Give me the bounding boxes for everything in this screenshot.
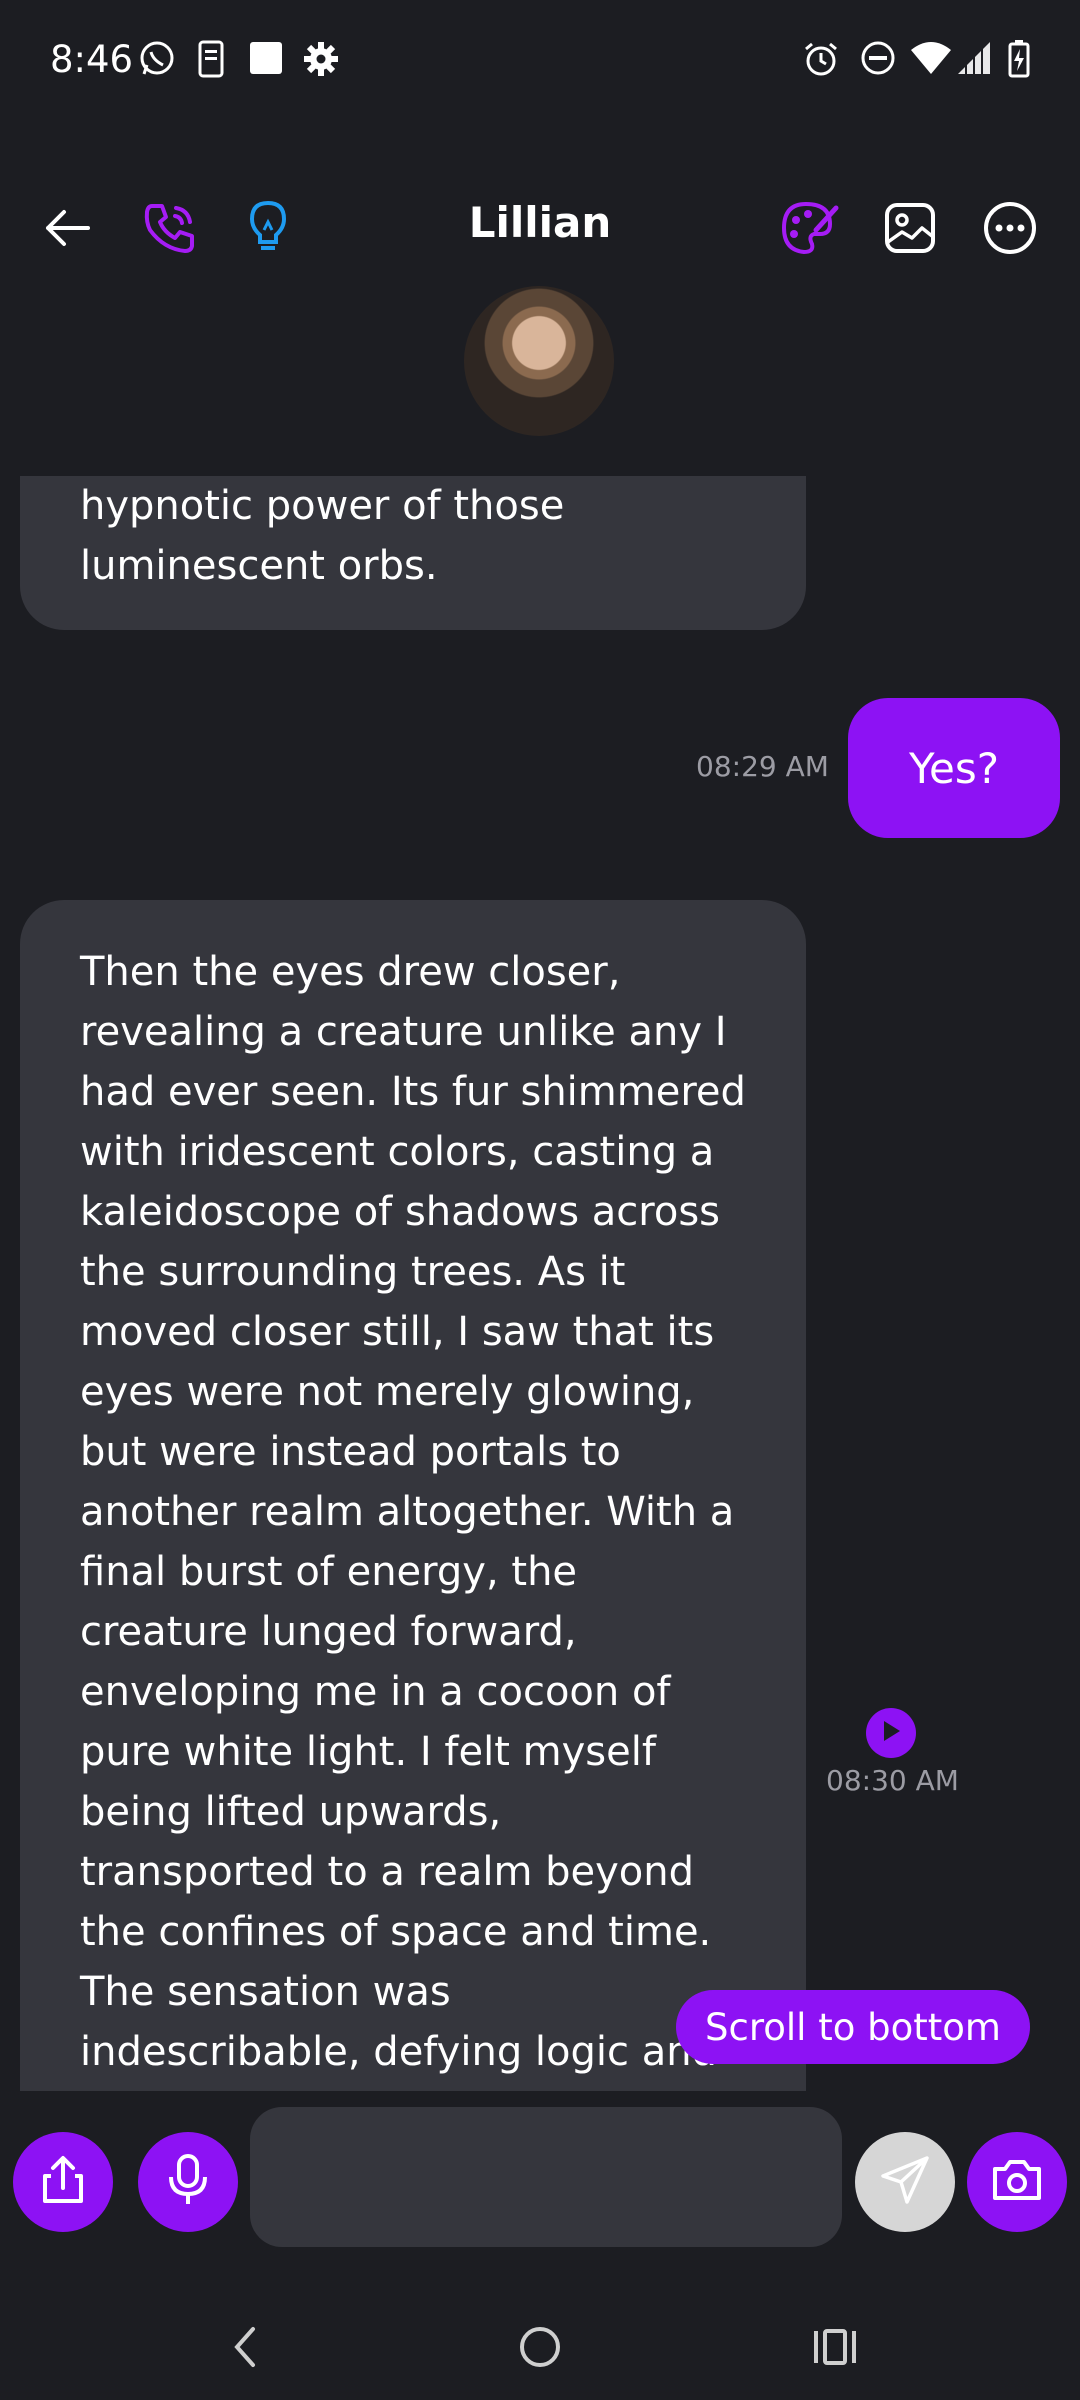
back-button[interactable] (32, 194, 104, 266)
recents-icon (811, 2327, 859, 2371)
microphone-icon (166, 2153, 210, 2211)
message-line: eyes were not merely glowing, (80, 1369, 695, 1415)
message-line: being lifted upwards, (80, 1789, 502, 1835)
camera-icon (991, 2157, 1043, 2207)
message-line: the surrounding trees. As it (80, 1249, 626, 1295)
message-line: Then the eyes drew closer, (80, 949, 621, 995)
message-input[interactable] (250, 2107, 842, 2247)
message-text: Yes? (908, 743, 1000, 793)
contact-name: Lillian (468, 198, 612, 247)
chat-header: Lillian (0, 170, 1080, 290)
avatar[interactable] (464, 286, 614, 436)
scroll-to-bottom-button[interactable]: Scroll to bottom (676, 1990, 1030, 2064)
lightbulb-icon (248, 200, 288, 260)
lightbulb-button[interactable] (232, 194, 304, 266)
battery-charging-icon (1008, 40, 1030, 82)
whatsapp-icon (138, 40, 176, 82)
message-line: with iridescent colors, casting a (80, 1129, 715, 1175)
do-not-disturb-icon (860, 40, 896, 80)
send-button[interactable] (855, 2132, 955, 2232)
square-icon (248, 40, 284, 80)
play-audio-button[interactable] (866, 1708, 916, 1758)
nav-recents-button[interactable] (800, 2314, 870, 2384)
message-line: another realm altogether. With a (80, 1489, 735, 1535)
message-bubble-incoming[interactable]: Then the eyes drew closer, revealing a c… (20, 900, 806, 2091)
nav-back-button[interactable] (210, 2314, 280, 2384)
message-line: hypnotic power of those (80, 483, 565, 529)
share-button[interactable] (13, 2132, 113, 2232)
more-icon (983, 201, 1037, 259)
message-line: revealing a creature unlike any I (80, 1009, 727, 1055)
system-nav-bar (0, 2300, 1080, 2400)
message-bubble-outgoing[interactable]: Yes? (848, 698, 1060, 838)
send-icon (879, 2154, 931, 2210)
message-line: indescribable, defying logic and (80, 2029, 717, 2075)
message-line: creature lunged forward, (80, 1609, 577, 1655)
chat-screen: 8:46 Lillian hypnotic power of those lum… (0, 0, 1080, 2400)
voice-input-button[interactable] (138, 2132, 238, 2232)
message-line: but were instead portals to (80, 1429, 621, 1475)
share-icon (37, 2154, 89, 2210)
call-button[interactable] (134, 194, 206, 266)
wifi-icon (910, 40, 952, 80)
message-line: moved closer still, I saw that its (80, 1309, 715, 1355)
message-timestamp: 08:29 AM (696, 750, 829, 783)
signal-icon (956, 40, 992, 80)
message-bubble-incoming[interactable]: hypnotic power of those luminescent orbs… (20, 476, 806, 630)
message-list[interactable]: hypnotic power of those luminescent orbs… (0, 476, 1080, 2091)
chevron-left-icon (229, 2325, 261, 2373)
camera-button[interactable] (967, 2132, 1067, 2232)
message-line: the confines of space and time. (80, 1909, 712, 1955)
message-line: final burst of energy, the (80, 1549, 578, 1595)
status-time: 8:46 (50, 38, 134, 81)
message-line: luminescent orbs. (80, 543, 438, 589)
back-arrow-icon (44, 208, 92, 252)
message-line: kaleidoscope of shadows across (80, 1189, 721, 1235)
message-line: transported to a realm beyond (80, 1849, 695, 1895)
message-line: had ever seen. Its fur shimmered (80, 1069, 746, 1115)
gallery-button[interactable] (874, 194, 946, 266)
play-icon (880, 1719, 902, 1747)
palette-icon (780, 200, 840, 260)
sim-card-icon (198, 40, 224, 82)
message-line: enveloping me in a cocoon of (80, 1669, 671, 1715)
status-bar: 8:46 (0, 0, 1080, 125)
more-options-button[interactable] (974, 194, 1046, 266)
alarm-icon (802, 40, 840, 82)
theme-button[interactable] (774, 194, 846, 266)
home-circle-icon (518, 2325, 562, 2373)
message-line: pure white light. I felt myself (80, 1729, 656, 1775)
message-line: The sensation was (80, 1969, 451, 2015)
nav-home-button[interactable] (505, 2314, 575, 2384)
gear-icon (302, 40, 340, 82)
image-icon (884, 202, 936, 258)
phone-icon (142, 200, 198, 260)
message-timestamp: 08:30 AM (826, 1764, 959, 1797)
